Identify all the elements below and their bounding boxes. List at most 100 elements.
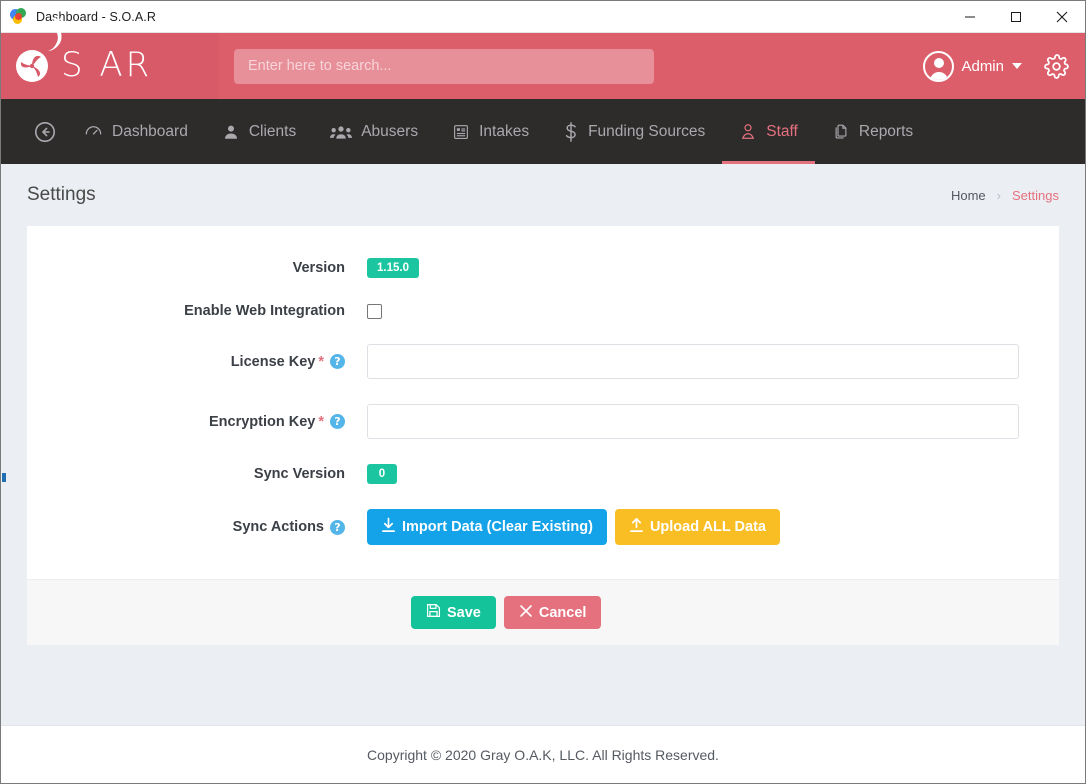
bird-icon xyxy=(41,16,75,57)
encryption-key-input[interactable] xyxy=(367,404,1019,439)
save-label: Save xyxy=(447,604,481,621)
documents-icon xyxy=(832,122,850,141)
nav-label: Clients xyxy=(248,122,297,140)
dollar-icon xyxy=(563,121,579,142)
users-icon xyxy=(330,123,353,141)
version-label: Version xyxy=(27,260,367,276)
search-area xyxy=(219,48,923,84)
app-window: Dashboard - S.O.A.R S AR Enter here to s… xyxy=(0,0,1086,784)
main-navigation: Dashboard Clients Abusers Intakes Fundin… xyxy=(1,99,1085,164)
required-marker: * xyxy=(318,413,324,430)
page-title: Settings xyxy=(27,184,96,205)
close-x-icon xyxy=(519,604,533,622)
upload-all-data-button[interactable]: Upload ALL Data xyxy=(614,509,780,545)
sync-version-label: Sync Version xyxy=(27,466,367,482)
app-logo[interactable]: S AR xyxy=(1,16,219,99)
version-badge: 1.15.0 xyxy=(367,258,419,278)
settings-gear-button[interactable] xyxy=(1044,53,1069,79)
nav-label: Abusers xyxy=(361,122,419,140)
nav-item-funding-sources[interactable]: Funding Sources xyxy=(546,99,722,164)
nav-item-intakes[interactable]: Intakes xyxy=(435,99,546,164)
sync-actions-label-text: Sync Actions xyxy=(232,519,324,535)
content-spacer xyxy=(27,645,1059,703)
version-label-text: Version xyxy=(292,260,345,276)
help-icon[interactable]: ? xyxy=(330,519,345,535)
nav-item-abusers[interactable]: Abusers xyxy=(313,99,435,164)
download-icon xyxy=(381,517,396,537)
page-footer: Copyright © 2020 Gray O.A.K, LLC. All Ri… xyxy=(1,725,1085,783)
license-key-label-text: License Key xyxy=(230,353,316,370)
web-integration-label: Enable Web Integration xyxy=(27,303,367,319)
title-bar-left: Dashboard - S.O.A.R xyxy=(1,8,947,25)
soar-favicon-icon xyxy=(10,8,27,25)
cancel-button[interactable]: Cancel xyxy=(503,596,602,629)
web-integration-control xyxy=(367,303,1059,319)
back-arrow-icon[interactable] xyxy=(23,99,67,164)
import-data-button[interactable]: Import Data (Clear Existing) xyxy=(367,509,607,545)
sync-version-control: 0 xyxy=(367,464,1059,484)
title-bar: Dashboard - S.O.A.R xyxy=(1,1,1085,33)
settings-card: Version 1.15.0 Enable Web Integration Li… xyxy=(27,226,1059,645)
license-key-label: License Key * ? xyxy=(27,354,367,370)
sync-actions-control: Import Data (Clear Existing) Upload ALL … xyxy=(367,509,1059,545)
form-row-sync-version: Sync Version 0 xyxy=(27,464,1059,484)
nav-label: Dashboard xyxy=(112,122,188,140)
upload-all-data-label: Upload ALL Data xyxy=(649,519,766,535)
scroll-position-marker[interactable] xyxy=(2,473,6,482)
sync-version-label-text: Sync Version xyxy=(253,466,345,482)
card-footer: Save Cancel xyxy=(27,579,1059,645)
nav-label: Funding Sources xyxy=(588,122,706,140)
nav-item-clients[interactable]: Clients xyxy=(205,99,313,164)
enable-web-integration-checkbox[interactable] xyxy=(367,303,382,319)
form-row-license-key: License Key * ? xyxy=(27,344,1059,379)
user-name-label: Admin xyxy=(961,57,1004,75)
web-integration-label-text: Enable Web Integration xyxy=(184,303,345,319)
form-icon xyxy=(452,123,470,141)
encryption-key-label-text: Encryption Key xyxy=(208,413,316,430)
copyright-text: Copyright © 2020 Gray O.A.K, LLC. All Ri… xyxy=(367,746,719,763)
maximize-button[interactable] xyxy=(993,1,1039,33)
encryption-key-label: Encryption Key * ? xyxy=(27,414,367,430)
import-data-label: Import Data (Clear Existing) xyxy=(402,519,593,535)
nav-item-reports[interactable]: Reports xyxy=(815,99,930,164)
version-control: 1.15.0 xyxy=(367,258,1059,278)
required-marker: * xyxy=(318,353,324,370)
breadcrumb-home[interactable]: Home xyxy=(951,188,986,203)
brand-header: S AR Enter here to search... Admin xyxy=(1,16,1085,99)
breadcrumb-current: Settings xyxy=(1012,187,1059,203)
nav-item-staff[interactable]: Staff xyxy=(722,99,815,164)
sync-version-badge: 0 xyxy=(367,464,397,484)
search-input[interactable] xyxy=(234,48,654,84)
cancel-label: Cancel xyxy=(538,604,587,621)
form-row-encryption-key: Encryption Key * ? xyxy=(27,404,1059,439)
header-actions: Admin xyxy=(923,50,1085,82)
breadcrumb: Home › Settings xyxy=(951,188,1059,203)
upload-icon xyxy=(629,517,644,537)
license-key-input[interactable] xyxy=(367,344,1019,379)
nav-label: Reports xyxy=(858,122,914,140)
close-button[interactable] xyxy=(1039,1,1085,33)
license-key-control xyxy=(367,344,1059,379)
chevron-right-icon: › xyxy=(996,187,1002,203)
form-action-buttons: Save Cancel xyxy=(411,596,602,629)
minimize-button[interactable] xyxy=(947,1,993,33)
form-row-version: Version 1.15.0 xyxy=(27,258,1059,278)
nav-label: Intakes xyxy=(479,122,530,140)
nav-item-dashboard[interactable]: Dashboard xyxy=(67,99,205,164)
dashboard-icon xyxy=(84,122,103,141)
sync-actions-label: Sync Actions ? xyxy=(27,519,367,535)
staff-icon xyxy=(739,122,757,141)
user-icon xyxy=(222,123,240,141)
help-icon[interactable]: ? xyxy=(330,354,345,369)
form-row-web-integration: Enable Web Integration xyxy=(27,303,1059,319)
help-icon[interactable]: ? xyxy=(330,414,345,429)
save-button[interactable]: Save xyxy=(411,596,496,629)
encryption-key-control xyxy=(367,404,1059,439)
nav-label: Staff xyxy=(766,122,798,140)
user-menu[interactable]: Admin xyxy=(923,50,1022,82)
form-row-sync-actions: Sync Actions ? Import Data (Clear Existi… xyxy=(27,509,1059,545)
window-controls xyxy=(947,1,1085,33)
user-avatar-icon xyxy=(923,50,955,82)
page-header: Settings Home › Settings xyxy=(1,164,1085,226)
settings-form: Version 1.15.0 Enable Web Integration Li… xyxy=(27,226,1059,579)
